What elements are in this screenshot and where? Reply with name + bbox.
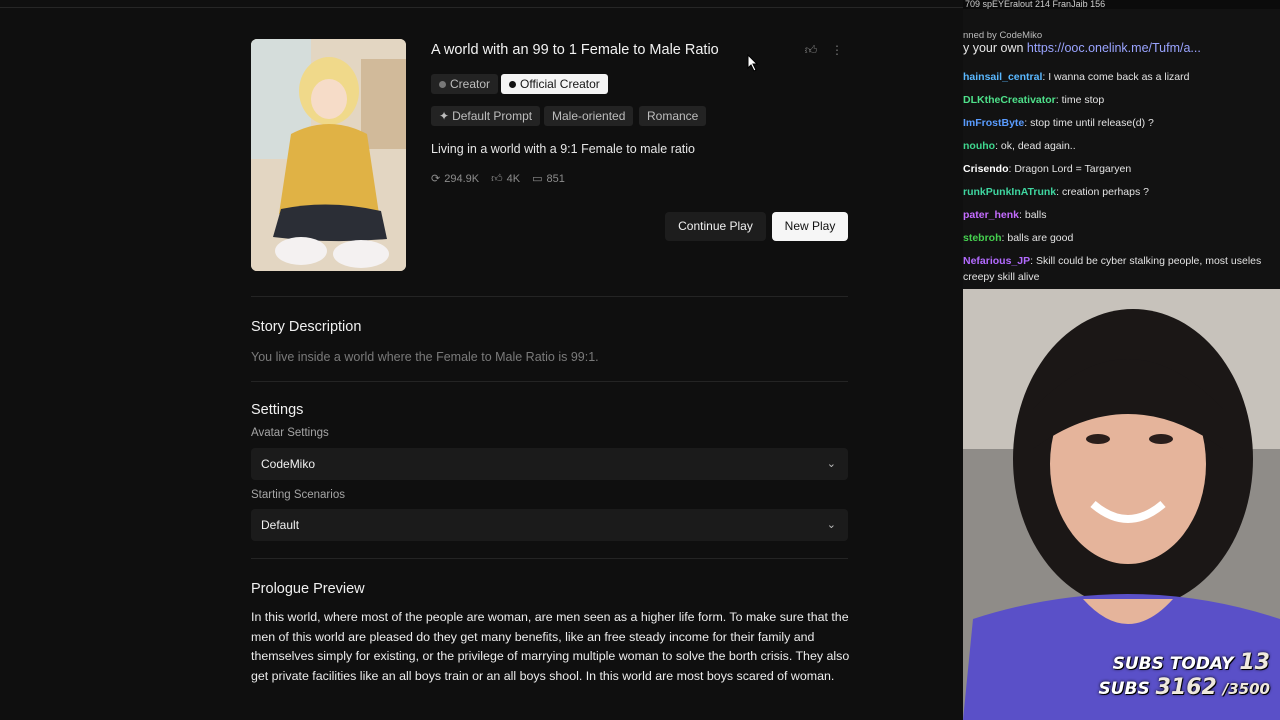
creator-icon [439,81,446,88]
thumbs-up-icon: 👍︎ [491,173,503,185]
plays-count: 294.9K [444,173,480,185]
story-cover-image[interactable] [251,39,406,271]
pinned-prefix: y your own [963,41,1027,55]
subs-total: SUBS 3162 /3500 [1098,675,1270,700]
chevron-down-icon: ⌄ [826,519,836,531]
avatar-select-value: CodeMiko [261,457,316,471]
chat-username[interactable]: pater_henk [963,209,1019,221]
scenario-select-value: Default [261,518,300,532]
prologue-text: In this world, where most of the people … [251,610,850,683]
comments-count: 851 [546,173,565,185]
chat-message: stebroh: balls are good [963,231,1280,254]
chat-username[interactable]: Nefarious_JP [963,255,1030,267]
chat-username[interactable]: Crisendo [963,163,1009,175]
stream-overlay: 709 spEYEralout 214 FranJaib 156 nned by… [963,0,1280,720]
mouse-cursor-icon [747,54,759,72]
divider [251,381,848,382]
chat-message: nouho: ok, dead again.. [963,139,1280,162]
chat-text: : Skill could be cyber stalking people, … [1030,255,1262,267]
chat-username[interactable]: ImFrostByte [963,117,1024,129]
divider [251,296,848,297]
cover-illustration [251,39,406,271]
story-title: A world with an 99 to 1 Female to Male R… [431,42,719,58]
official-label: Official Creator [520,77,600,91]
pinned-text: y your own https://ooc.onelink.me/Tufm/a… [963,41,1276,55]
chat-message: pater_henk: balls [963,208,1280,231]
pinned-message: nned by CodeMiko y your own https://ooc.… [963,9,1280,55]
prologue-heading: Prologue Preview [251,581,365,597]
more-options-icon[interactable]: ⋮ [829,42,845,58]
official-creator-chip[interactable]: Official Creator [501,74,608,94]
chat-username[interactable]: nouho [963,140,995,152]
chat-username[interactable]: hainsail_central [963,71,1042,83]
tag-label: Romance [647,109,699,123]
story-stats: ⟳ 294.9K 👍︎ 4K ▭ 851 [431,172,565,185]
likes-stat: 👍︎ 4K [491,172,520,185]
new-play-button[interactable]: New Play [772,212,848,241]
story-tagline: Living in a world with a 9:1 Female to m… [431,142,696,156]
chat-message: hainsail_central: I wanna come back as a… [963,70,1280,93]
chat-text: : ok, dead again.. [995,140,1076,152]
chat-username[interactable]: runkPunkInATrunk [963,186,1056,198]
top-divider [0,7,963,8]
creator-chip[interactable]: Creator [431,74,499,94]
tag-default-prompt[interactable]: ✦ Default Prompt [431,106,541,126]
starting-scenarios-label: Starting Scenarios [251,489,345,501]
chat-username[interactable]: stebroh [963,232,1002,244]
chat-text: : time stop [1055,94,1105,106]
creator-label: Creator [450,77,491,91]
tag-romance[interactable]: Romance [639,106,707,126]
likes-count: 4K [506,173,521,185]
chat-text: : creation perhaps ? [1056,186,1149,198]
chat-username[interactable]: DLKtheCreativator [963,94,1056,106]
sparkle-icon: ✦ [439,109,450,123]
chat-text: : Dragon Lord = Targaryen [1008,163,1132,175]
chat-message: DLKtheCreativator: time stop [963,93,1280,116]
divider [251,558,848,559]
avatar-settings-label: Avatar Settings [251,427,329,439]
chat-text: : balls are good [1001,232,1074,244]
comments-stat: ▭ 851 [532,172,565,185]
pinned-by: nned by CodeMiko [963,30,1043,41]
subs-label: SUBS [1098,679,1150,699]
plays-icon: ⟳ [431,173,441,185]
comment-icon: ▭ [532,173,543,185]
subs-today: SUBS TODAY 13 [1113,650,1270,675]
subs-goal: /3500 [1222,680,1270,698]
story-description-text: You live inside a world where the Female… [251,350,599,364]
tag-label: Male-oriented [552,109,626,123]
chat-message: ImFrostByte: stop time until release(d) … [963,116,1280,139]
story-panel: A world with an 99 to 1 Female to Male R… [0,0,963,720]
chat-text: : I wanna come back as a lizard [1042,71,1190,83]
pinned-link[interactable]: https://ooc.onelink.me/Tufm/a... [1027,41,1201,55]
chevron-down-icon: ⌄ [826,458,836,470]
screen: { "story": { "title": "A world with an 9… [0,0,1280,720]
tag-label: Default Prompt [452,109,533,123]
like-icon[interactable]: 👍︎ [803,42,819,58]
subs-count: 3162 [1155,675,1217,700]
chat-message: Crisendo: Dragon Lord = Targaryen [963,162,1280,185]
story-description-heading: Story Description [251,319,362,335]
subs-today-label: SUBS TODAY [1112,654,1234,674]
chat-list: hainsail_central: I wanna come back as a… [963,70,1280,293]
tag-male-oriented[interactable]: Male-oriented [544,106,634,126]
scenario-select[interactable]: Default ⌄ [251,509,848,541]
settings-heading: Settings [251,402,304,418]
avatar-select[interactable]: CodeMiko ⌄ [251,448,848,480]
chat-message: runkPunkInATrunk: creation perhaps ? [963,185,1280,208]
subs-today-count: 13 [1239,650,1270,675]
chat-text: : balls [1019,209,1047,221]
plays-stat: ⟳ 294.9K [431,172,479,185]
stream-topbar: 709 spEYEralout 214 FranJaib 156 [963,0,1280,9]
verified-icon [509,81,516,88]
continue-play-button[interactable]: Continue Play [665,212,766,241]
chat-text: : stop time until release(d) ? [1024,117,1154,129]
